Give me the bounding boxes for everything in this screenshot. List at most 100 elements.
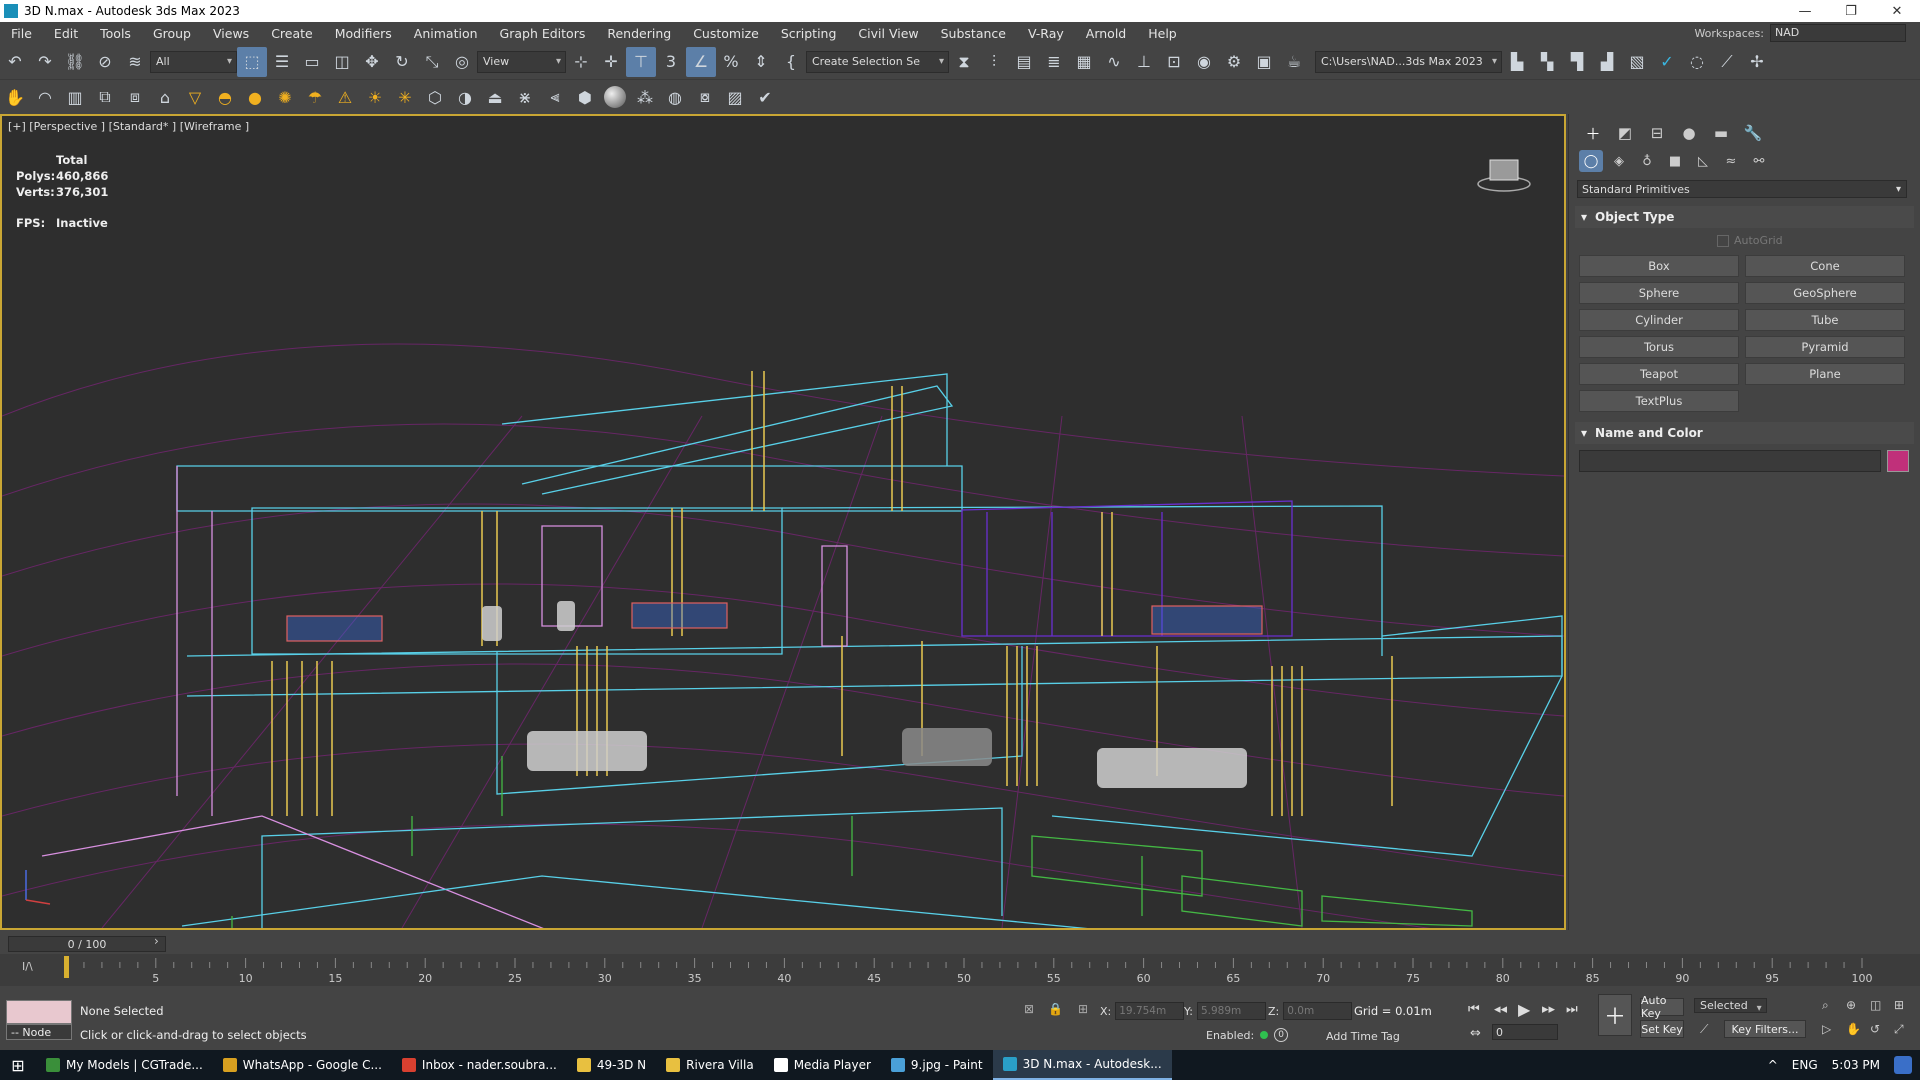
menu-group[interactable]: Group (142, 26, 202, 41)
curve-editor-icon[interactable]: ∿ (1099, 47, 1129, 77)
orbit-icon[interactable]: ◠ (30, 82, 60, 112)
xref-icon[interactable]: ⧉ (90, 82, 120, 112)
vray-camera-icon[interactable]: ⬡ (420, 82, 450, 112)
render-production-icon[interactable]: ☕ (1279, 47, 1309, 77)
frame-buffer-icon[interactable]: ▨ (720, 82, 750, 112)
perspective-viewport[interactable]: [+] [Perspective ] [Standard* ] [Wirefra… (0, 114, 1566, 930)
cone-button[interactable]: Cone (1745, 255, 1905, 277)
menu-civil-view[interactable]: Civil View (847, 26, 929, 41)
edit-named-selection-icon[interactable]: { (776, 47, 806, 77)
windows-start-icon[interactable]: ⊞ (0, 1050, 36, 1080)
reference-coordinate-dropdown[interactable]: View (477, 50, 566, 73)
go-to-end-icon[interactable]: ⏭ (1566, 1002, 1578, 1017)
helpers-icon[interactable]: ◺ (1691, 150, 1715, 172)
unlink-icon[interactable]: ⊘ (90, 47, 120, 77)
spinner-snap-icon[interactable]: ⇕ (746, 47, 776, 77)
pivot-center-icon[interactable]: ⊹ (566, 47, 596, 77)
container-icon[interactable]: ▥ (60, 82, 90, 112)
vray-mesh-icon[interactable]: ⬢ (570, 82, 600, 112)
menu-views[interactable]: Views (202, 26, 260, 41)
pyramid-button[interactable]: Pyramid (1745, 336, 1905, 358)
zoom-extents-all-icon[interactable]: ⊞ (1894, 998, 1904, 1012)
autogrid-checkbox[interactable]: AutoGrid (1717, 234, 1920, 247)
mirror-icon[interactable]: ⧗ (949, 47, 979, 77)
ik-solver-icon[interactable]: ⟋ (1712, 47, 1742, 77)
y-field[interactable]: 5.989m (1196, 1002, 1266, 1020)
vray-dome-camera-icon[interactable]: ◑ (450, 82, 480, 112)
hierarchy-tab-icon[interactable]: ⊟ (1643, 122, 1671, 144)
utilities-tab-icon[interactable]: 🔧 (1739, 122, 1767, 144)
minimize-icon[interactable]: — (1782, 0, 1828, 22)
zoom-all-icon[interactable]: ⊕ (1846, 998, 1856, 1012)
scene-explorer-icon[interactable]: ▤ (1009, 47, 1039, 77)
publish-icon[interactable]: ▧ (1622, 47, 1652, 77)
enabled-value[interactable]: 0 (1274, 1028, 1289, 1042)
textplus-button[interactable]: TextPlus (1579, 390, 1739, 412)
select-rotate-icon[interactable]: ↻ (387, 47, 417, 77)
box-button[interactable]: Box (1579, 255, 1739, 277)
plane-button[interactable]: Plane (1745, 363, 1905, 385)
next-frame-icon[interactable]: › (154, 934, 159, 948)
taskbar-item[interactable]: Inbox - nader.soubra... (392, 1050, 567, 1080)
enabled-status-icon[interactable] (1260, 1031, 1269, 1039)
vray-light-icon[interactable]: ▽ (180, 82, 210, 112)
multi-material-icon[interactable]: ⁂ (630, 82, 660, 112)
angle-snap-icon[interactable]: ∠ (686, 46, 716, 77)
select-scale-icon[interactable]: ⤡ (417, 47, 447, 77)
vray-plane-icon[interactable]: ⫷ (540, 82, 570, 112)
primitives-dropdown[interactable]: Standard Primitives (1577, 180, 1907, 199)
space-warps-icon[interactable]: ≈ (1719, 150, 1743, 172)
vray-ies-icon[interactable]: ✺ (270, 82, 300, 112)
menu-tools[interactable]: Tools (89, 26, 142, 41)
rendered-frame-window-icon[interactable]: ▣ (1249, 47, 1279, 77)
pan-view-icon[interactable]: ✋ (1846, 1022, 1861, 1036)
vray-dome-icon[interactable]: ◓ (210, 82, 240, 112)
track-bar[interactable]: I/\ 5 10 15 20 25 30 35 40 45 50 55 60 65 70 75 80 85 90 9… (0, 954, 1920, 986)
zoom-icon[interactable]: ⌕ (1822, 998, 1829, 1013)
systems-icon[interactable]: ⚯ (1747, 150, 1771, 172)
schematic-view-icon[interactable]: ⊡ (1159, 47, 1189, 77)
field-of-view-icon[interactable]: ▷ (1822, 1022, 1831, 1036)
hand-icon[interactable]: ✋ (0, 82, 30, 112)
display-tab-icon[interactable]: ▬ (1707, 122, 1735, 144)
render-setup-icon[interactable]: ⚙ (1219, 47, 1249, 77)
menu-modifiers[interactable]: Modifiers (324, 26, 403, 41)
manipulate-icon[interactable]: ✛ (596, 47, 626, 77)
current-frame-field[interactable]: 0 (1492, 1024, 1558, 1040)
default-tangent-icon[interactable]: ⟋ (1700, 1022, 1708, 1037)
menu-arnold[interactable]: Arnold (1075, 26, 1137, 41)
taskbar-item[interactable]: My Models | CGTrade... (36, 1050, 213, 1080)
layer-explorer-icon[interactable]: ≣ (1039, 47, 1069, 77)
torus-button[interactable]: Torus (1579, 336, 1739, 358)
keyboard-shortcut-override-icon[interactable]: ⊤ (626, 46, 656, 77)
menu-animation[interactable]: Animation (403, 26, 489, 41)
check-icon[interactable]: ✓ (1652, 47, 1682, 77)
percent-snap-icon[interactable]: % (716, 47, 746, 77)
named-selection-dropdown[interactable]: Create Selection Se (806, 50, 949, 73)
material-editor-icon[interactable]: ◉ (1189, 47, 1219, 77)
vray-logo-icon[interactable]: ✔ (750, 82, 780, 112)
current-time-marker[interactable] (64, 956, 69, 978)
object-name-field[interactable] (1579, 450, 1881, 472)
teapot-button[interactable]: Teapot (1579, 363, 1739, 385)
select-by-name-icon[interactable]: ☰ (267, 47, 297, 77)
texture-icon[interactable]: ◍ (660, 82, 690, 112)
proxy-icon[interactable]: ⧈ (120, 82, 150, 112)
cylinder-button[interactable]: Cylinder (1579, 309, 1739, 331)
vray-fur-icon[interactable]: ⋇ (510, 82, 540, 112)
lights-icon[interactable]: ♁ (1635, 150, 1659, 172)
tube-button[interactable]: Tube (1745, 309, 1905, 331)
material-sphere-icon[interactable] (600, 82, 630, 112)
window-crossing-icon[interactable]: ◫ (327, 47, 357, 77)
redo-icon[interactable]: ↷ (30, 47, 60, 77)
move-gizmo-icon[interactable]: ✢ (1742, 47, 1772, 77)
taskbar-item[interactable]: Media Player (764, 1050, 881, 1080)
time-slider-thumb[interactable]: 0 / 100 (8, 936, 166, 952)
absolute-mode-icon[interactable]: ⊞ (1078, 1002, 1088, 1016)
z-field[interactable]: 0.0m (1283, 1002, 1353, 1020)
dope-sheet-icon[interactable]: ⊥ (1129, 47, 1159, 77)
menu-help[interactable]: Help (1137, 26, 1188, 41)
snaps-toggle-icon[interactable]: 3 (656, 47, 686, 77)
vray-spot-icon[interactable]: ☂ (300, 82, 330, 112)
key-mode-dropdown[interactable]: Selected (1694, 998, 1767, 1013)
